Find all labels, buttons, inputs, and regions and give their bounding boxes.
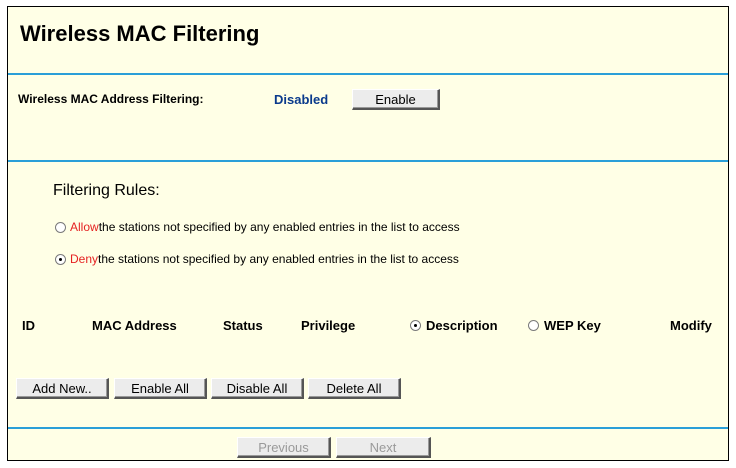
- column-header-id: ID: [22, 318, 35, 333]
- column-header-description: Description: [426, 318, 498, 333]
- column-header-privilege: Privilege: [301, 318, 356, 333]
- allow-radio[interactable]: [55, 221, 66, 233]
- allow-rule-text: the stations not specified by any enable…: [98, 220, 460, 234]
- filtering-status-label: Wireless MAC Address Filtering:: [18, 92, 204, 106]
- next-button[interactable]: Next: [336, 437, 431, 458]
- filtering-rules-heading: Filtering Rules:: [53, 182, 160, 199]
- divider: [8, 160, 728, 162]
- settings-panel: Wireless MAC Filtering Wireless MAC Addr…: [7, 6, 729, 461]
- disable-all-button[interactable]: Disable All: [211, 378, 304, 399]
- wep-key-radio[interactable]: [528, 320, 539, 331]
- column-header-mac-address: MAC Address: [92, 318, 177, 333]
- deny-rule-text: the stations not specified by any enable…: [98, 252, 459, 266]
- description-column-option[interactable]: Description: [410, 318, 498, 333]
- deny-rule-option[interactable]: Deny the stations not specified by any e…: [55, 252, 459, 266]
- divider: [8, 427, 728, 429]
- delete-all-button[interactable]: Delete All: [308, 378, 401, 399]
- add-new-button[interactable]: Add New..: [16, 378, 109, 399]
- deny-keyword: Deny: [70, 252, 99, 266]
- filtering-status-value: Disabled: [274, 92, 329, 107]
- enable-all-button[interactable]: Enable All: [114, 378, 207, 399]
- page-title: Wireless MAC Filtering: [20, 21, 260, 46]
- column-header-wep-key: WEP Key: [544, 318, 601, 333]
- enable-button[interactable]: Enable: [352, 89, 440, 110]
- divider: [8, 73, 728, 75]
- wep-key-column-option[interactable]: WEP Key: [528, 318, 601, 333]
- column-header-modify: Modify: [670, 318, 712, 333]
- previous-button[interactable]: Previous: [237, 437, 331, 458]
- deny-radio[interactable]: [55, 253, 66, 265]
- description-radio[interactable]: [410, 320, 421, 331]
- allow-keyword: Allow: [70, 220, 99, 234]
- allow-rule-option[interactable]: Allow the stations not specified by any …: [55, 220, 460, 234]
- column-header-status: Status: [223, 318, 263, 333]
